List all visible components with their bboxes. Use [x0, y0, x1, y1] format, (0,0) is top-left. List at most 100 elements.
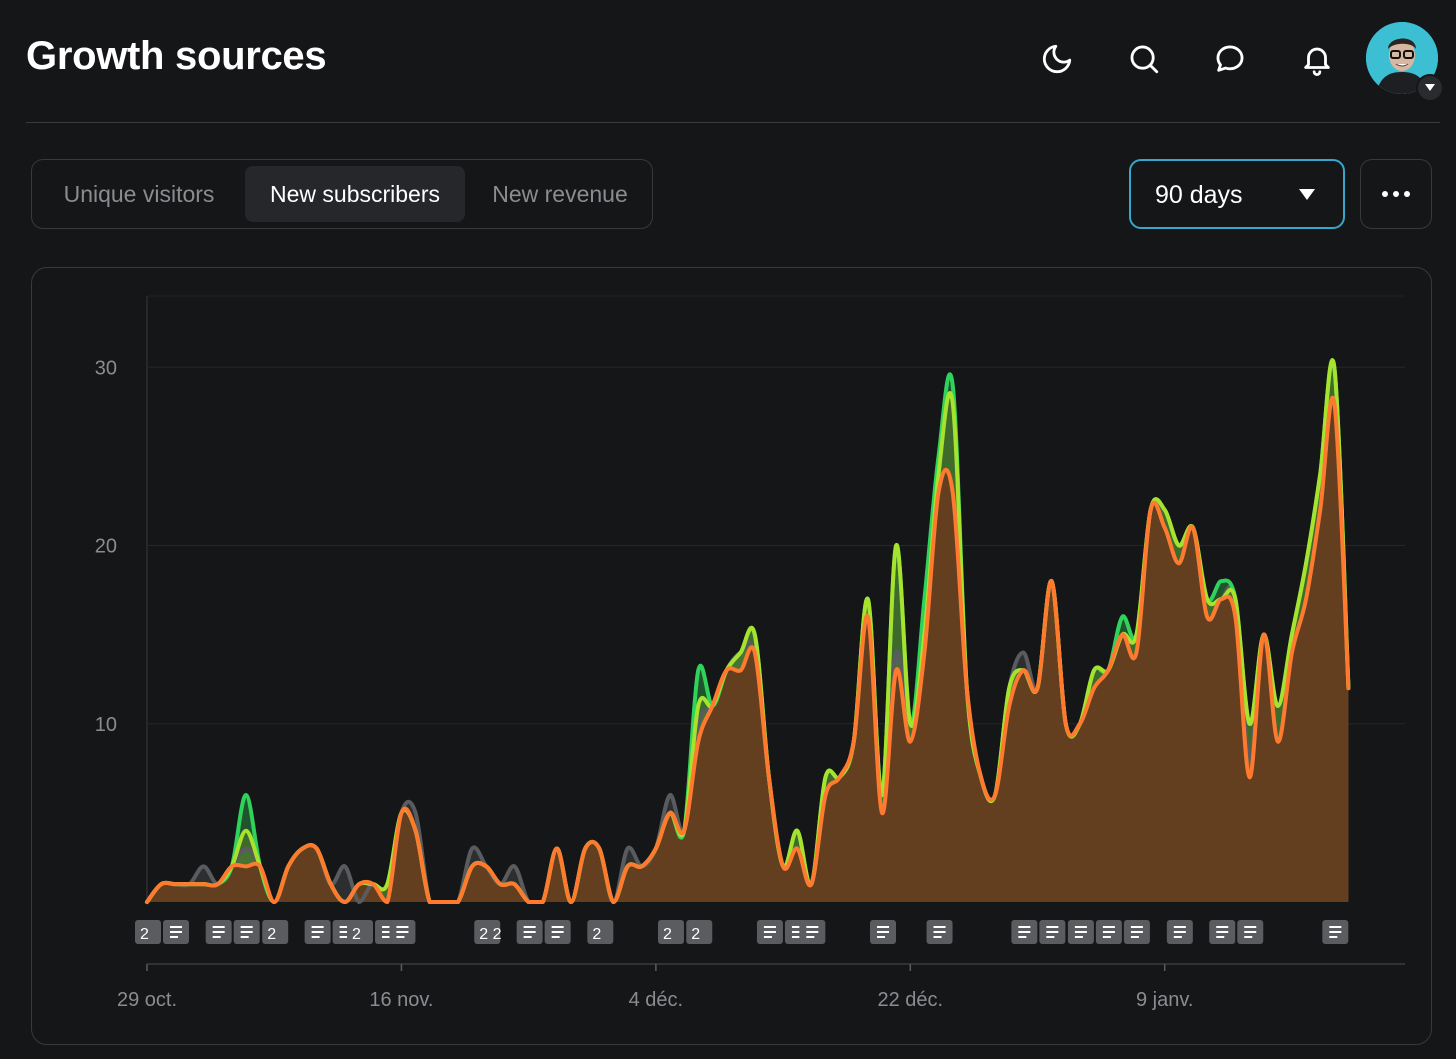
annotation-marker-group[interactable]: 2 [135, 920, 189, 944]
note-glyph-line [806, 936, 815, 938]
annotation-label: 2 2 [479, 926, 501, 943]
search-button[interactable] [1119, 34, 1169, 84]
bell-icon [1304, 47, 1330, 76]
note-glyph-line [396, 931, 409, 933]
x-tick-label: 4 déc. [629, 989, 683, 1011]
note-glyph-line [170, 926, 182, 928]
annotation-marker-group[interactable] [926, 920, 953, 944]
note-glyph-line [1216, 931, 1229, 933]
note-glyph-line [1102, 936, 1111, 938]
note-glyph-line [1018, 936, 1027, 938]
annotation-marker-group[interactable] [1067, 920, 1150, 944]
annotation-marker-group[interactable]: 2 2 [474, 920, 502, 944]
note-glyph-line [1329, 936, 1338, 938]
annotation-marker-group[interactable]: 2 [686, 920, 713, 944]
page-header: Growth sources [0, 0, 1456, 124]
note-glyph-line [1216, 926, 1229, 928]
moon-icon [1042, 44, 1072, 74]
note-glyph-line [396, 936, 405, 938]
notifications-button[interactable] [1292, 34, 1342, 84]
chart-card: 10 20 30 2 2 2 2 2 2 2 2 29 oct. 16 nov. 4 déc. 22 … [31, 267, 1432, 1045]
note-glyph-line [1244, 931, 1257, 933]
annotation-label: 2 [691, 926, 700, 943]
annotation-marker-group[interactable] [516, 920, 571, 944]
annotation-marker-group[interactable]: 2 [262, 920, 289, 944]
note-glyph-line [1018, 926, 1031, 928]
note-glyph-line [1173, 936, 1182, 938]
note-glyph-line [1102, 926, 1115, 928]
avatar-menu-toggle[interactable] [1416, 74, 1444, 102]
note-glyph-line [1244, 926, 1257, 928]
subscribers-chart: 10 20 30 2 2 2 2 2 2 2 2 29 oct. 16 nov. 4 déc. 22 … [95, 295, 1405, 1011]
more-icon [1382, 191, 1410, 197]
note-glyph-line [1130, 931, 1143, 933]
note-glyph-line [1018, 931, 1031, 933]
x-tick-label: 9 janv. [1136, 989, 1193, 1011]
caret-down-icon [1299, 189, 1315, 200]
note-glyph-line [170, 931, 182, 933]
note-glyph-line [240, 931, 253, 933]
note-glyph-line [1173, 931, 1186, 933]
annotation-marker-group[interactable] [1322, 920, 1349, 944]
note-glyph-line [212, 936, 221, 938]
note-glyph-line [240, 926, 253, 928]
annotation-marker-group[interactable] [1166, 920, 1193, 944]
tab-new-subscribers[interactable]: New subscribers [245, 166, 465, 222]
note-glyph-line [1046, 931, 1059, 933]
messages-button[interactable] [1205, 34, 1255, 84]
header-divider [26, 122, 1440, 123]
note-glyph-line [763, 936, 772, 938]
note-glyph-line [877, 931, 890, 933]
annotation-marker-group[interactable] [389, 920, 416, 944]
note-glyph-line [212, 931, 225, 933]
range-select-value: 90 days [1155, 181, 1243, 209]
search-icon [1130, 45, 1159, 74]
note-glyph-line [240, 936, 249, 938]
note-glyph-line [551, 926, 564, 928]
annotation-marker-group[interactable] [205, 920, 260, 944]
note-glyph-line [212, 926, 225, 928]
annotation-label: 2 [140, 926, 149, 943]
note-glyph-line [1216, 936, 1225, 938]
dark-mode-button[interactable] [1032, 34, 1082, 84]
note-glyph-line [382, 936, 391, 938]
page-title: Growth sources [26, 34, 327, 78]
note-glyph-line [1130, 926, 1143, 928]
note-glyph-line [523, 931, 536, 933]
note-glyph-line [1329, 926, 1342, 928]
x-tick-label: 29 oct. [117, 989, 177, 1011]
note-glyph-line [1046, 926, 1059, 928]
x-tick-label: 22 déc. [877, 989, 943, 1011]
note-glyph-line [311, 931, 324, 933]
note-glyph-line [1102, 931, 1115, 933]
note-glyph-line [806, 926, 819, 928]
range-select[interactable]: 90 days [1129, 159, 1345, 229]
annotation-marker-group[interactable] [870, 920, 897, 944]
annotation-label: 2 [663, 926, 672, 943]
note-glyph-line [1046, 936, 1055, 938]
y-tick-label: 30 [95, 357, 117, 379]
annotation-label: 2 [267, 926, 276, 943]
note-glyph-line [1244, 936, 1253, 938]
note-glyph-line [806, 931, 819, 933]
annotation-marker-group[interactable] [1011, 920, 1066, 944]
annotation-marker-group[interactable] [1209, 920, 1264, 944]
note-glyph-line [933, 936, 942, 938]
note-glyph-line [523, 936, 532, 938]
note-glyph-line [877, 926, 890, 928]
annotation-marker-group[interactable]: 2 [587, 920, 614, 944]
note-glyph-line [523, 926, 536, 928]
y-tick-label: 20 [95, 536, 117, 558]
annotation-marker-group[interactable]: 2 [657, 920, 684, 944]
user-avatar[interactable] [1366, 22, 1444, 102]
tab-new-revenue[interactable]: New revenue [473, 166, 647, 222]
annotation-marker-group[interactable] [799, 920, 826, 944]
more-options-button[interactable] [1360, 159, 1432, 229]
annotation-label: 2 [592, 926, 601, 943]
note-glyph-line [339, 936, 348, 938]
chat-icon [1216, 45, 1244, 72]
tab-unique-visitors[interactable]: Unique visitors [40, 166, 238, 222]
note-glyph-line [311, 926, 324, 928]
note-glyph-line [396, 926, 409, 928]
metric-tabs: Unique visitors New subscribers New reve… [31, 159, 653, 229]
